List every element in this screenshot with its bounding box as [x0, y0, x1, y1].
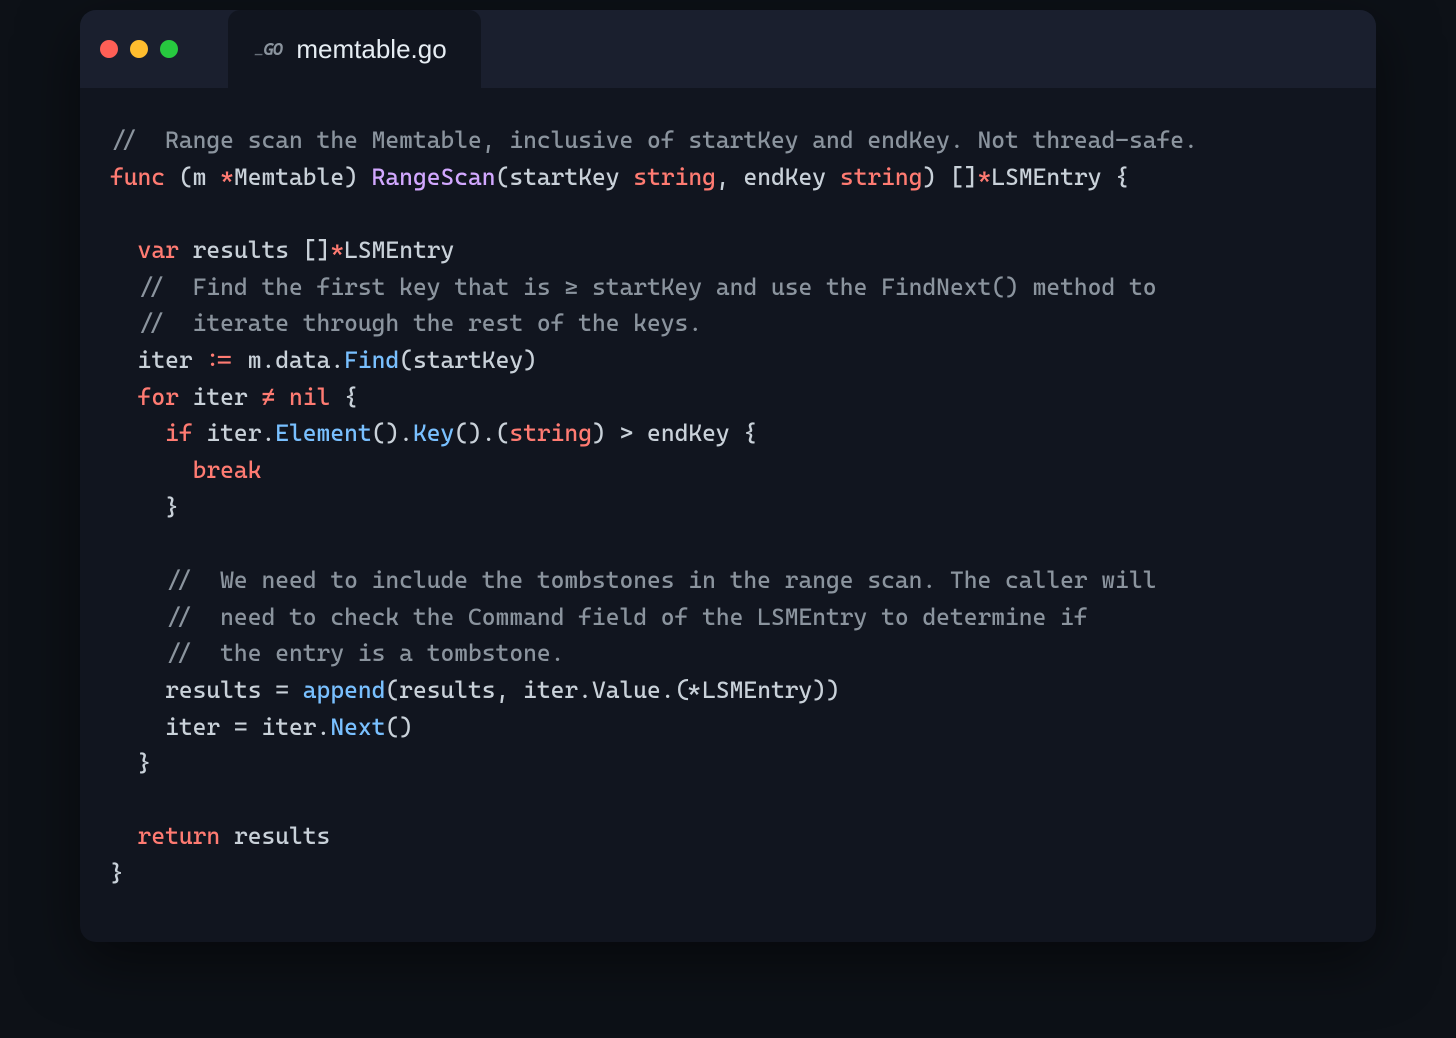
code-op: *: [330, 236, 344, 264]
editor-window: GO memtable.go // Range scan the Memtabl…: [80, 10, 1376, 942]
maximize-icon[interactable]: [160, 40, 178, 58]
code-text: (startKey): [399, 346, 537, 374]
file-tab[interactable]: GO memtable.go: [228, 10, 481, 88]
code-text: )): [812, 676, 840, 704]
code-method: Element: [275, 419, 371, 447]
code-func-name: RangeScan: [372, 163, 496, 191]
code-text: , endKey: [716, 163, 840, 191]
code-text: results =: [165, 676, 303, 704]
code-method: Find: [344, 346, 399, 374]
code-type: LSMEntry: [702, 676, 812, 704]
code-text: iter.: [193, 419, 276, 447]
code-keyword: break: [193, 456, 262, 484]
code-comment: // Range scan the Memtable, inclusive of…: [110, 126, 1198, 154]
code-text: results []: [179, 236, 330, 264]
code-comment: // Find the first key that is ≥ startKey…: [138, 273, 1157, 301]
close-icon[interactable]: [100, 40, 118, 58]
code-text: m.data.: [234, 346, 344, 374]
code-text: (startKey: [496, 163, 634, 191]
code-op: *: [220, 163, 234, 191]
code-text: ): [344, 163, 372, 191]
code-brace: }: [165, 493, 179, 521]
code-op: ≠: [261, 383, 275, 411]
code-type: LSMEntry: [991, 163, 1101, 191]
code-op: *: [688, 676, 702, 704]
go-language-icon: GO: [254, 39, 282, 59]
minimize-icon[interactable]: [130, 40, 148, 58]
code-nil: nil: [289, 383, 330, 411]
code-brace: }: [110, 859, 124, 887]
code-type: string: [840, 163, 923, 191]
code-text: iter: [138, 346, 207, 374]
code-text: (m: [165, 163, 220, 191]
code-op: *: [978, 163, 992, 191]
code-keyword: return: [138, 822, 221, 850]
code-comment: // iterate through the rest of the keys.: [138, 309, 703, 337]
code-text: iter = iter.: [165, 713, 330, 741]
code-type: string: [633, 163, 716, 191]
code-method: Next: [330, 713, 385, 741]
code-keyword: if: [165, 419, 193, 447]
code-text: iter: [179, 383, 262, 411]
tab-filename: memtable.go: [296, 34, 446, 65]
code-op: :=: [206, 346, 234, 374]
window-controls: [100, 40, 178, 58]
code-editor[interactable]: // Range scan the Memtable, inclusive of…: [80, 88, 1376, 942]
code-comment: // We need to include the tombstones in …: [165, 566, 1156, 594]
code-text: ().: [372, 419, 413, 447]
code-type: Memtable: [234, 163, 344, 191]
code-method: Key: [413, 419, 454, 447]
code-comment: // need to check the Command field of th…: [165, 603, 1088, 631]
code-text: (results, iter.Value.(: [385, 676, 688, 704]
code-type: string: [509, 419, 592, 447]
code-keyword: var: [138, 236, 179, 264]
code-text: [275, 383, 289, 411]
code-text: {: [1101, 163, 1129, 191]
code-keyword: for: [138, 383, 179, 411]
code-keyword: func: [110, 163, 165, 191]
code-brace: }: [138, 749, 152, 777]
code-comment: // the entry is a tombstone.: [165, 639, 564, 667]
code-text: (): [385, 713, 413, 741]
code-text: {: [330, 383, 358, 411]
code-text: results: [220, 822, 330, 850]
code-text: ) []: [922, 163, 977, 191]
code-type: LSMEntry: [344, 236, 454, 264]
code-text: ().(: [454, 419, 509, 447]
code-text: ) > endKey {: [592, 419, 757, 447]
code-builtin: append: [303, 676, 386, 704]
titlebar: GO memtable.go: [80, 10, 1376, 88]
